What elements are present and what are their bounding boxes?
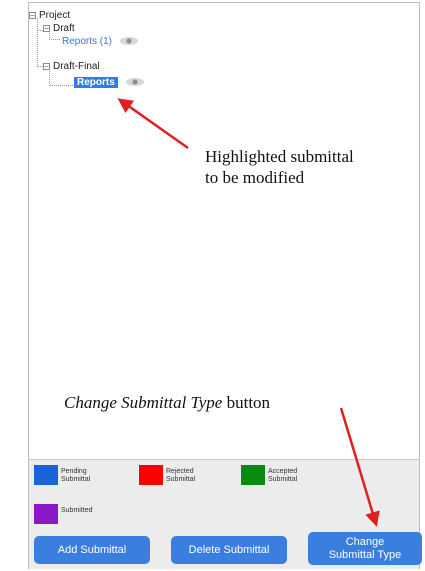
- selected-submittal[interactable]: Reports: [74, 77, 118, 88]
- eye-icon[interactable]: [119, 36, 139, 46]
- legend-label: Pending Submittal: [61, 468, 91, 483]
- legend-swatch: [34, 465, 58, 485]
- legend-label: Submitted: [61, 507, 93, 514]
- change-submittal-type-button[interactable]: Change Submittal Type: [308, 532, 422, 565]
- annotation-line: to be modified: [205, 168, 305, 187]
- button-annotation: Change Submittal Type button: [64, 392, 270, 413]
- legend-label: Accepted Submittal: [268, 468, 298, 483]
- add-submittal-button[interactable]: Add Submittal: [34, 536, 150, 564]
- tree-node-draft-reports[interactable]: Reports (1): [62, 36, 139, 48]
- collapse-icon[interactable]: −: [43, 24, 50, 32]
- eye-icon[interactable]: [125, 77, 145, 87]
- tree-node-draft-final[interactable]: − Draft-Final: [43, 61, 100, 73]
- tree-node-draft[interactable]: − Draft: [43, 23, 75, 35]
- delete-submittal-button[interactable]: Delete Submittal: [171, 536, 287, 564]
- collapse-icon[interactable]: −: [29, 11, 36, 19]
- tree-node-label: Draft-Final: [53, 61, 100, 72]
- highlight-annotation: Highlighted submittal to be modified: [205, 146, 354, 188]
- annotation-rest: button: [222, 393, 271, 412]
- tree-node-final-reports[interactable]: Reports: [74, 77, 145, 89]
- legend-swatch: [34, 504, 58, 524]
- tree-node-label: Project: [39, 10, 71, 21]
- submittal-tree: − Project − Draft Reports (1) − Draft-Final…: [29, 8, 414, 448]
- legend-label: Rejected Submittal: [166, 468, 196, 483]
- tree-node-label: Reports (1): [62, 36, 113, 47]
- annotation-italic: Change Submittal Type: [64, 393, 223, 412]
- legend-swatch: [241, 465, 265, 485]
- legend-swatch: [139, 465, 163, 485]
- legend-footer: Pending Submittal Rejected Submittal Acc…: [29, 459, 422, 569]
- collapse-icon[interactable]: −: [43, 62, 50, 70]
- tree-node-project[interactable]: − Project: [29, 10, 70, 22]
- tree-node-label: Draft: [53, 23, 75, 34]
- annotation-line: Highlighted submittal: [205, 147, 354, 166]
